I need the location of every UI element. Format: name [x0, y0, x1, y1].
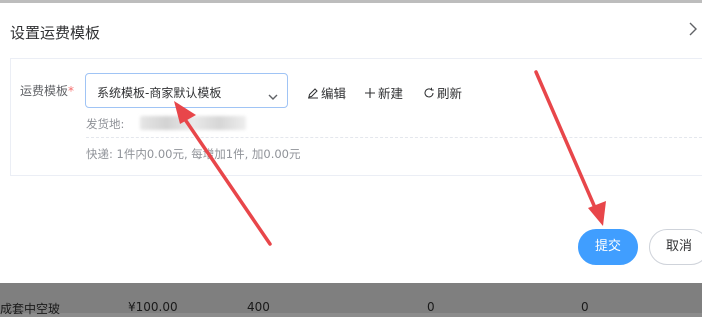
chevron-down-icon [268, 86, 278, 100]
refresh-button[interactable]: 刷新 [423, 83, 462, 102]
background-table-row: 成套中空玻 ¥100.00 400 0 0 [0, 283, 702, 316]
bg-price: ¥100.00 [128, 300, 178, 314]
submit-button[interactable]: 提交 [578, 229, 638, 265]
ship-from-label: 发货地: [86, 117, 125, 131]
template-field-label: 运费模板* [20, 82, 74, 99]
chevron-right-icon[interactable] [688, 21, 702, 41]
required-mark: * [68, 84, 75, 98]
template-select-value: 系统模板-商家默认模板 [97, 86, 222, 100]
bg-product-name: 成套中空玻 [0, 302, 61, 316]
bg-col5: 0 [581, 300, 589, 314]
template-select[interactable]: 系统模板-商家默认模板 [85, 73, 288, 108]
refresh-label: 刷新 [437, 86, 463, 101]
template-label-text: 运费模板 [20, 84, 69, 98]
edit-label: 编辑 [321, 86, 347, 101]
dialog-title: 设置运费模板 [10, 24, 101, 42]
plus-icon [365, 87, 375, 98]
bg-col4: 0 [427, 300, 435, 314]
refresh-icon [424, 87, 434, 97]
divider [86, 137, 702, 138]
new-label: 新建 [378, 86, 404, 101]
pencil-icon [308, 87, 318, 98]
ship-from-value-redacted [140, 116, 246, 130]
edit-button[interactable]: 编辑 [307, 83, 346, 102]
bg-stock: 400 [247, 300, 270, 314]
shipping-rule-text: 快递: 1件内0.00元, 每增加1件, 加0.00元 [86, 147, 301, 161]
new-button[interactable]: 新建 [364, 83, 403, 102]
cancel-button[interactable]: 取消 [649, 229, 702, 265]
